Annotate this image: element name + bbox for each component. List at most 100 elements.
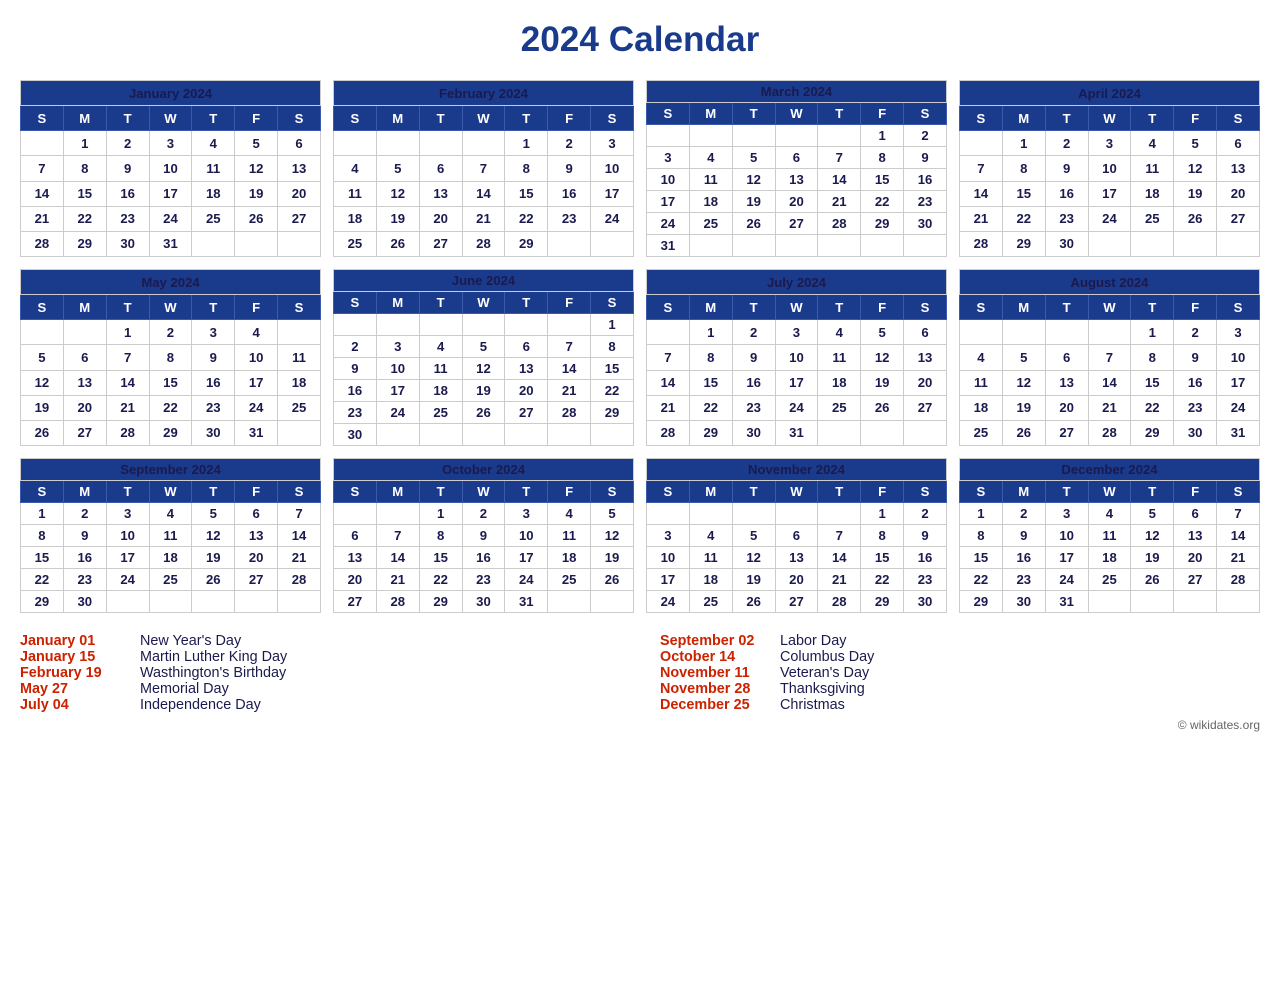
calendar-day: 28 [278,569,321,591]
calendar-day: 8 [1002,156,1045,181]
day-header: F [1174,106,1217,131]
day-header: W [462,106,505,131]
calendar-day [334,503,377,525]
calendar-day: 23 [904,569,947,591]
week-row: 21222324252627 [21,206,321,231]
calendar-day: 30 [904,213,947,235]
calendar-day: 16 [1045,181,1088,206]
calendar-day: 27 [775,213,818,235]
calendar-day: 16 [548,181,591,206]
holiday-date: October 14 [660,649,770,665]
calendar-day [149,591,192,613]
calendar-day [591,424,634,446]
calendar-day [376,503,419,525]
calendar-day: 10 [505,525,548,547]
holiday-row: May 27Memorial Day [20,681,620,697]
day-header: S [904,295,947,320]
calendar-day: 4 [689,525,732,547]
calendar-day: 20 [904,370,947,395]
calendar-day: 18 [818,370,861,395]
calendar-day [376,314,419,336]
day-header: F [861,481,904,503]
calendar-day: 23 [1002,569,1045,591]
calendar-day [1088,320,1131,345]
calendar-day: 8 [419,525,462,547]
week-row: 567891011 [21,345,321,370]
calendar-day: 15 [21,547,64,569]
calendar-day: 10 [1088,156,1131,181]
calendar-day: 28 [818,213,861,235]
calendar-day: 26 [1131,569,1174,591]
calendar-day: 10 [591,156,634,181]
week-row: 19202122232425 [21,395,321,420]
holiday-name: Martin Luther King Day [140,649,287,665]
week-row: 30 [334,424,634,446]
month-table-4: April 2024SMTWTFS12345678910111213141516… [959,80,1260,257]
day-header: S [334,481,377,503]
calendar-day: 12 [235,156,278,181]
calendar-day: 13 [505,358,548,380]
week-row: 123456 [960,131,1260,156]
month-table-5: May 2024SMTWTFS1234567891011121314151617… [20,269,321,446]
calendar-grid: January 2024SMTWTFS123456789101112131415… [20,80,1260,613]
week-row: 2728293031 [334,591,634,613]
day-header: F [235,481,278,503]
calendar-day [647,320,690,345]
day-header: S [904,481,947,503]
day-header: T [505,106,548,131]
week-row: 17181920212223 [647,569,947,591]
calendar-day [1217,231,1260,256]
calendar-day: 27 [278,206,321,231]
calendar-day: 27 [334,591,377,613]
calendar-day [548,314,591,336]
calendar-day: 9 [904,525,947,547]
calendar-day: 7 [1088,345,1131,370]
calendar-day: 31 [775,420,818,445]
calendar-day: 14 [1217,525,1260,547]
calendar-day: 9 [1002,525,1045,547]
calendar-day: 11 [1131,156,1174,181]
month-header-11: November 2024 [647,459,947,481]
calendar-day: 3 [149,131,192,156]
week-row: 78910111213 [960,156,1260,181]
calendar-day [419,424,462,446]
week-row: 24252627282930 [647,591,947,613]
calendar-day: 8 [591,336,634,358]
calendar-day: 29 [960,591,1003,613]
day-header: T [419,292,462,314]
holiday-date: July 04 [20,697,130,713]
day-header: F [235,106,278,131]
calendar-day: 24 [647,591,690,613]
calendar-day: 31 [149,231,192,256]
calendar-day: 2 [904,503,947,525]
day-header: S [278,481,321,503]
month-header-12: December 2024 [960,459,1260,481]
calendar-day: 18 [548,547,591,569]
calendar-day: 27 [235,569,278,591]
day-header: T [505,481,548,503]
calendar-day: 5 [1002,345,1045,370]
week-row: 31 [647,235,947,257]
calendar-day: 30 [732,420,775,445]
week-row: 11121314151617 [960,370,1260,395]
calendar-day: 3 [775,320,818,345]
day-header: T [106,295,149,320]
calendar-day: 30 [1002,591,1045,613]
calendar-day: 5 [1131,503,1174,525]
calendar-day: 9 [63,525,106,547]
calendar-day: 22 [419,569,462,591]
week-row: 28293031 [21,231,321,256]
day-header: F [1174,481,1217,503]
day-header: W [1088,481,1131,503]
holiday-date: November 11 [660,665,770,681]
calendar-day: 26 [192,569,235,591]
calendar-day: 18 [1131,181,1174,206]
calendar-day: 24 [591,206,634,231]
day-header: T [1131,481,1174,503]
calendar-day: 14 [818,547,861,569]
calendar-day: 28 [818,591,861,613]
calendar-day: 5 [591,503,634,525]
day-header: T [1131,295,1174,320]
calendar-day: 26 [1174,206,1217,231]
day-header: S [647,295,690,320]
